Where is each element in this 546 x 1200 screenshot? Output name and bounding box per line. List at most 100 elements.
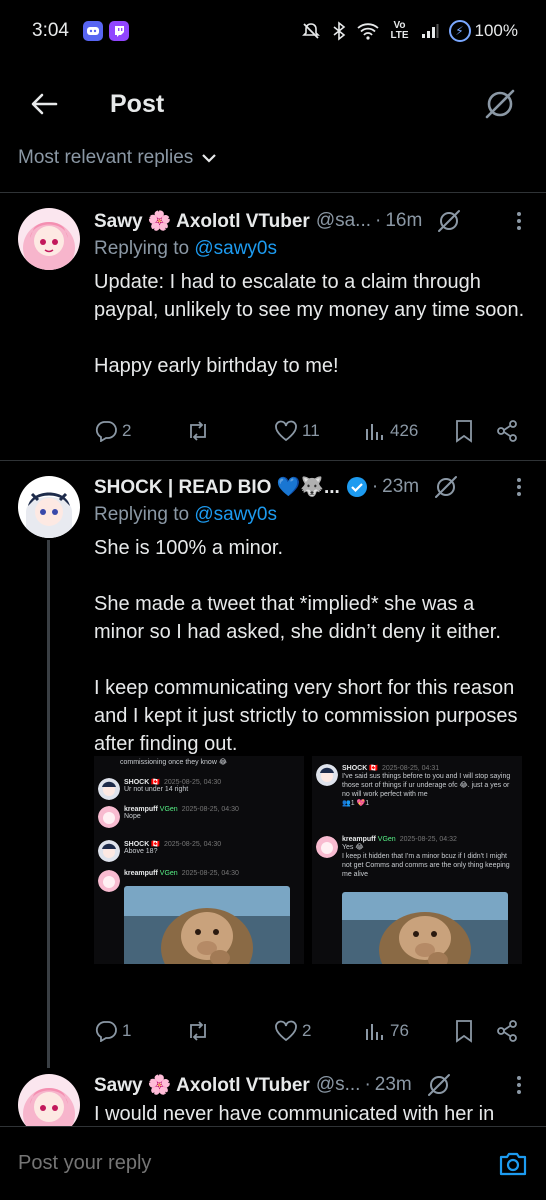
avatar[interactable] (18, 1074, 80, 1126)
chat-reactions: 👥1 💖1 (342, 800, 370, 807)
reply-count: 2 (122, 421, 132, 440)
share-button[interactable] (496, 1020, 518, 1042)
share-icon (497, 420, 517, 442)
tweet-text: I would never have communicated with her… (94, 1103, 495, 1125)
reply-button[interactable]: 2 (94, 420, 131, 442)
chat-text: Nope (124, 813, 141, 820)
handle[interactable]: @sa... (316, 210, 371, 232)
chat-tag: VGen (159, 806, 178, 813)
views-icon (366, 424, 383, 440)
reply-icon (95, 1021, 117, 1042)
chat-name: kreampuff (342, 836, 376, 843)
display-name[interactable]: Sawy 🌸 Axolotl VTuber (94, 209, 310, 233)
replying-handle-link[interactable]: @sawy0s (194, 504, 277, 525)
heart-icon (275, 1020, 297, 1042)
discord-icon (82, 21, 103, 41)
view-count: 426 (390, 421, 419, 440)
replying-prefix: Replying to (94, 238, 195, 259)
separator-dot: · (371, 476, 379, 497)
repost-button[interactable] (186, 1020, 210, 1042)
like-button[interactable]: 11 (274, 420, 320, 442)
top-bar: Post (0, 62, 546, 146)
grok-icon[interactable] (482, 86, 518, 122)
replying-prefix: Replying to (94, 504, 195, 525)
timestamp[interactable]: 23m (375, 1074, 412, 1096)
avatar[interactable] (18, 208, 80, 270)
reply-input[interactable] (18, 1152, 498, 1175)
chat-time: 2025-08-25, 04:30 (163, 841, 222, 848)
sort-replies-dropdown[interactable]: Most relevant replies (0, 140, 546, 176)
reply-tweet[interactable]: Sawy 🌸 Axolotl VTuber @sa... · 16m Reply… (0, 192, 546, 460)
bookmark-button[interactable] (454, 419, 474, 443)
repost-button[interactable] (186, 420, 210, 442)
status-icons: Vo LTE ⚡ 100% (301, 20, 518, 42)
grok-icon[interactable] (426, 1072, 452, 1098)
bookmark-icon (456, 1020, 472, 1043)
sort-label: Most relevant replies (18, 147, 194, 168)
battery-level: 100% (474, 21, 518, 40)
monkey-meme-image (342, 892, 508, 964)
chat-message: SHOCK 🇨🇦 2025-08-25, 04:30 Above 18? (98, 840, 221, 862)
chat-message: kreampuff VGen 2025-08-25, 04:30 Nope (98, 806, 239, 828)
chat-text: Above 18? (124, 848, 158, 855)
chat-message: SHOCK 🇨🇦 2025-08-25, 04:30 Ur not under 14… (98, 778, 221, 800)
chat-avatar (316, 836, 338, 858)
chat-avatar (98, 870, 120, 892)
like-count: 11 (302, 421, 320, 440)
handle[interactable]: @s... (316, 1074, 361, 1096)
bookmark-icon (456, 420, 472, 443)
views-button[interactable]: 426 (364, 420, 418, 442)
chat-time: 2025-08-25, 04:30 (181, 870, 239, 877)
reply-icon (95, 421, 117, 442)
more-options-icon[interactable] (512, 212, 526, 230)
like-button[interactable]: 2 (274, 1020, 311, 1042)
repost-icon (190, 1021, 206, 1041)
chat-tag: VGen (377, 836, 396, 843)
chat-time: 2025-08-25, 04:30 (163, 779, 222, 786)
separator-dot: · (375, 210, 382, 231)
monkey-meme-image (124, 886, 290, 964)
reply-tweet[interactable]: Sawy 🌸 Axolotl VTuber @s... · 23m I woul… (0, 1060, 546, 1126)
timestamp[interactable]: 23m (382, 476, 419, 498)
bookmark-button[interactable] (454, 1019, 474, 1043)
view-count: 76 (390, 1021, 409, 1040)
display-name[interactable]: Sawy 🌸 Axolotl VTuber (94, 1073, 310, 1097)
chat-time: 2025-08-25, 04:31 (381, 765, 440, 772)
chat-name: SHOCK 🇨🇦 (124, 841, 160, 848)
more-options-icon[interactable] (512, 478, 526, 496)
tweet-actions: 1 2 76 (94, 1016, 526, 1046)
reply-button[interactable]: 1 (94, 1020, 131, 1042)
separator-dot: · (364, 1074, 371, 1095)
replying-handle-link[interactable]: @sawy0s (194, 238, 277, 259)
status-bar: 3:04 Vo LTE ⚡ 100% (0, 0, 546, 62)
battery-saver-icon: ⚡ (448, 20, 471, 42)
back-arrow-icon[interactable] (28, 88, 60, 120)
like-count: 2 (302, 1021, 312, 1040)
reply-tweet[interactable]: SHOCK | READ BIO 💙🐺... · 23m Replying to… (0, 460, 546, 1060)
display-name[interactable]: SHOCK | READ BIO 💙🐺... (94, 475, 340, 499)
battery-indicator: ⚡ 100% (448, 20, 518, 42)
tweet-actions: 2 11 426 (94, 416, 526, 446)
replying-to: Replying to @sawy0s (94, 504, 526, 530)
grok-icon[interactable] (433, 474, 459, 500)
chat-avatar (316, 764, 338, 786)
avatar[interactable] (18, 476, 80, 538)
repost-icon (190, 421, 206, 441)
chevron-down-icon (202, 154, 217, 163)
wifi-icon (356, 23, 379, 40)
share-button[interactable] (496, 420, 518, 442)
media-attachment[interactable]: commissioning once they know 😂 SHOCK 🇨🇦 2… (94, 756, 522, 964)
reply-composer-bar (0, 1126, 546, 1200)
timestamp[interactable]: 16m (385, 210, 422, 232)
page-title: Post (110, 89, 165, 118)
views-button[interactable]: 76 (364, 1020, 409, 1042)
camera-icon[interactable] (498, 1149, 528, 1179)
chat-name: kreampuff (124, 870, 158, 877)
grok-icon[interactable] (436, 208, 462, 234)
screenshot-image-right[interactable]: SHOCK 🇨🇦 2025-08-25, 04:31 I've said sus t… (312, 756, 522, 964)
chat-text: commissioning once they know 😂 (120, 759, 228, 766)
chat-tag: VGen (159, 870, 178, 877)
signal-icon (421, 24, 439, 38)
screenshot-image-left[interactable]: commissioning once they know 😂 SHOCK 🇨🇦 2… (94, 756, 304, 964)
more-options-icon[interactable] (512, 1076, 526, 1094)
